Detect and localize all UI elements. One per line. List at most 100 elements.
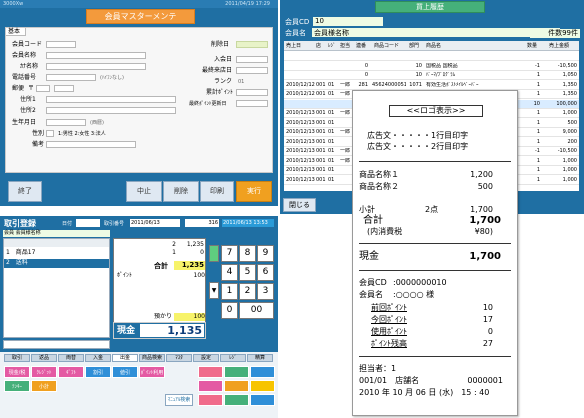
quick-key[interactable]: [198, 394, 223, 406]
key-2[interactable]: 2: [239, 283, 256, 300]
cumulative-points-field[interactable]: [236, 89, 268, 96]
function-tab[interactable]: 入金: [85, 354, 111, 362]
cell-qty: 1: [536, 129, 540, 135]
key-00[interactable]: 00: [239, 302, 274, 319]
item-list[interactable]: 1 商品17 2 送料: [3, 238, 110, 338]
total-label: 合計: [363, 215, 383, 226]
member-form-panel: 基本 会員コード 会員名称 ｶﾅ名称 電話番号 (ﾊｲﾌﾝなし) 郵便 〒 住所…: [5, 27, 273, 173]
member-code-label: 会員コード: [12, 41, 43, 48]
address1-field[interactable]: [46, 96, 176, 103]
quick-key[interactable]: [250, 394, 275, 406]
deposit-label: 預かり: [154, 313, 173, 320]
manual-search-button[interactable]: ﾏﾆｭｱﾙ検索: [165, 394, 193, 406]
phone-field[interactable]: [46, 74, 96, 81]
key-6[interactable]: 6: [257, 264, 274, 281]
function-tab[interactable]: 精算: [247, 354, 273, 362]
function-key[interactable]: ﾎﾟｲﾝﾄ利用: [139, 366, 165, 378]
key-5[interactable]: 5: [239, 264, 256, 281]
table-row[interactable]: 2010/12/12 001 01 一郎 281 45624000051 1071 有効生活ﾎ…: [284, 81, 579, 90]
quick-key[interactable]: [250, 366, 275, 378]
function-key[interactable]: 値引: [112, 366, 138, 378]
function-tab[interactable]: ﾏｽﾀ: [166, 354, 192, 362]
member-cd-label: 会員CD: [285, 18, 310, 26]
joined-date-field[interactable]: [236, 56, 268, 63]
birthday-field[interactable]: [46, 119, 86, 126]
function-tab[interactable]: 設定: [193, 354, 219, 362]
gender-field[interactable]: [46, 130, 54, 137]
key-clear[interactable]: [209, 245, 219, 262]
barcode-input[interactable]: [3, 340, 110, 349]
close-button[interactable]: 閉じる: [283, 198, 316, 212]
delete-button[interactable]: 削除: [163, 181, 199, 202]
down-arrow-icon[interactable]: ▼: [209, 282, 219, 299]
receipt-no-label: 取引番号: [104, 221, 125, 227]
deleted-date-field[interactable]: [236, 41, 268, 48]
function-key[interactable]: ｸﾚｼﾞｯﾄ: [31, 366, 57, 378]
function-tab[interactable]: 商品検索: [139, 354, 165, 362]
key-9[interactable]: 9: [257, 245, 274, 262]
cell-dept: 10: [415, 72, 422, 78]
ad-line-1: 広告文・・・・・1行目印字: [367, 131, 469, 140]
cumulative-points-label: 累計ﾎﾟｲﾝﾄ: [206, 89, 234, 96]
item-row[interactable]: 1 商品17: [6, 249, 96, 258]
tab-basic[interactable]: 基本: [6, 28, 26, 36]
this-points-label: 今回ﾎﾟｲﾝﾄ: [371, 315, 407, 324]
postal-label: 郵便: [12, 85, 25, 92]
cell-qty: 1: [536, 157, 540, 164]
function-tab[interactable]: 出金: [112, 354, 138, 362]
table-row[interactable]: [284, 52, 579, 61]
function-tab[interactable]: 両替: [58, 354, 84, 362]
key-8[interactable]: 8: [239, 245, 256, 262]
key-1[interactable]: 1: [221, 283, 238, 300]
key-7[interactable]: 7: [221, 245, 238, 262]
cell-reg: 01: [328, 91, 335, 97]
function-key[interactable]: 小計: [31, 380, 57, 392]
last-visit-field[interactable]: [236, 67, 268, 74]
exit-button[interactable]: 終了: [8, 181, 42, 202]
postal-field-2[interactable]: [54, 85, 74, 92]
member-name-label: 会員名: [285, 29, 306, 37]
execute-button[interactable]: 実行: [236, 181, 272, 202]
cell-qty: -1: [535, 62, 540, 69]
function-tab[interactable]: ﾚｼﾞ: [220, 354, 246, 362]
function-key[interactable]: ﾃﾝｷｰ: [4, 380, 30, 392]
key-4[interactable]: 4: [221, 264, 238, 281]
cell-reg: 01: [328, 110, 335, 116]
function-key[interactable]: 現金/税: [4, 366, 30, 378]
function-key[interactable]: 割引: [85, 366, 111, 378]
quick-key[interactable]: [224, 394, 249, 406]
address2-field[interactable]: [46, 107, 176, 114]
item-row-selected[interactable]: 2 送料: [4, 259, 109, 268]
cancel-button[interactable]: 中止: [126, 181, 162, 202]
quick-key[interactable]: [198, 380, 223, 392]
function-tab[interactable]: 取引: [4, 354, 30, 362]
key-0[interactable]: 0: [221, 302, 238, 319]
quick-key[interactable]: [198, 366, 223, 378]
last-point-update-field[interactable]: [236, 100, 268, 107]
col-dept: 部門: [409, 43, 420, 49]
phone-label: 電話番号: [12, 74, 37, 81]
quick-key[interactable]: [224, 380, 249, 392]
date-field[interactable]: [76, 219, 100, 227]
table-row[interactable]: 0 10 ﾊﾟｰﾏ/ﾌﾟﾛｸﾞﾗﾑ 1 1,050: [284, 71, 579, 80]
cell-store: 001: [316, 129, 326, 135]
cell-reg: 01: [328, 157, 335, 164]
postal-field-1[interactable]: [36, 85, 50, 92]
quick-key[interactable]: [224, 366, 249, 378]
table-row[interactable]: 0 10 国税品 国税品 -1 -10,500: [284, 62, 579, 71]
date-label: 日付: [62, 221, 73, 227]
member-name-field[interactable]: [46, 52, 146, 59]
cell-dept: 1071: [409, 81, 422, 88]
address2-label: 住所2: [20, 107, 36, 114]
member-code-field[interactable]: [46, 41, 76, 48]
cell-store: 001: [316, 119, 326, 126]
item-no: 1: [6, 249, 10, 256]
key-3[interactable]: 3: [257, 283, 274, 300]
remarks-field[interactable]: [46, 141, 136, 148]
function-tab[interactable]: 返品: [31, 354, 57, 362]
function-key[interactable]: ｷﾞﾌﾄ: [58, 366, 84, 378]
kana-field[interactable]: [46, 63, 146, 70]
cell-store: 001: [316, 167, 326, 173]
quick-key[interactable]: [250, 380, 275, 392]
print-button[interactable]: 印刷: [200, 181, 234, 202]
